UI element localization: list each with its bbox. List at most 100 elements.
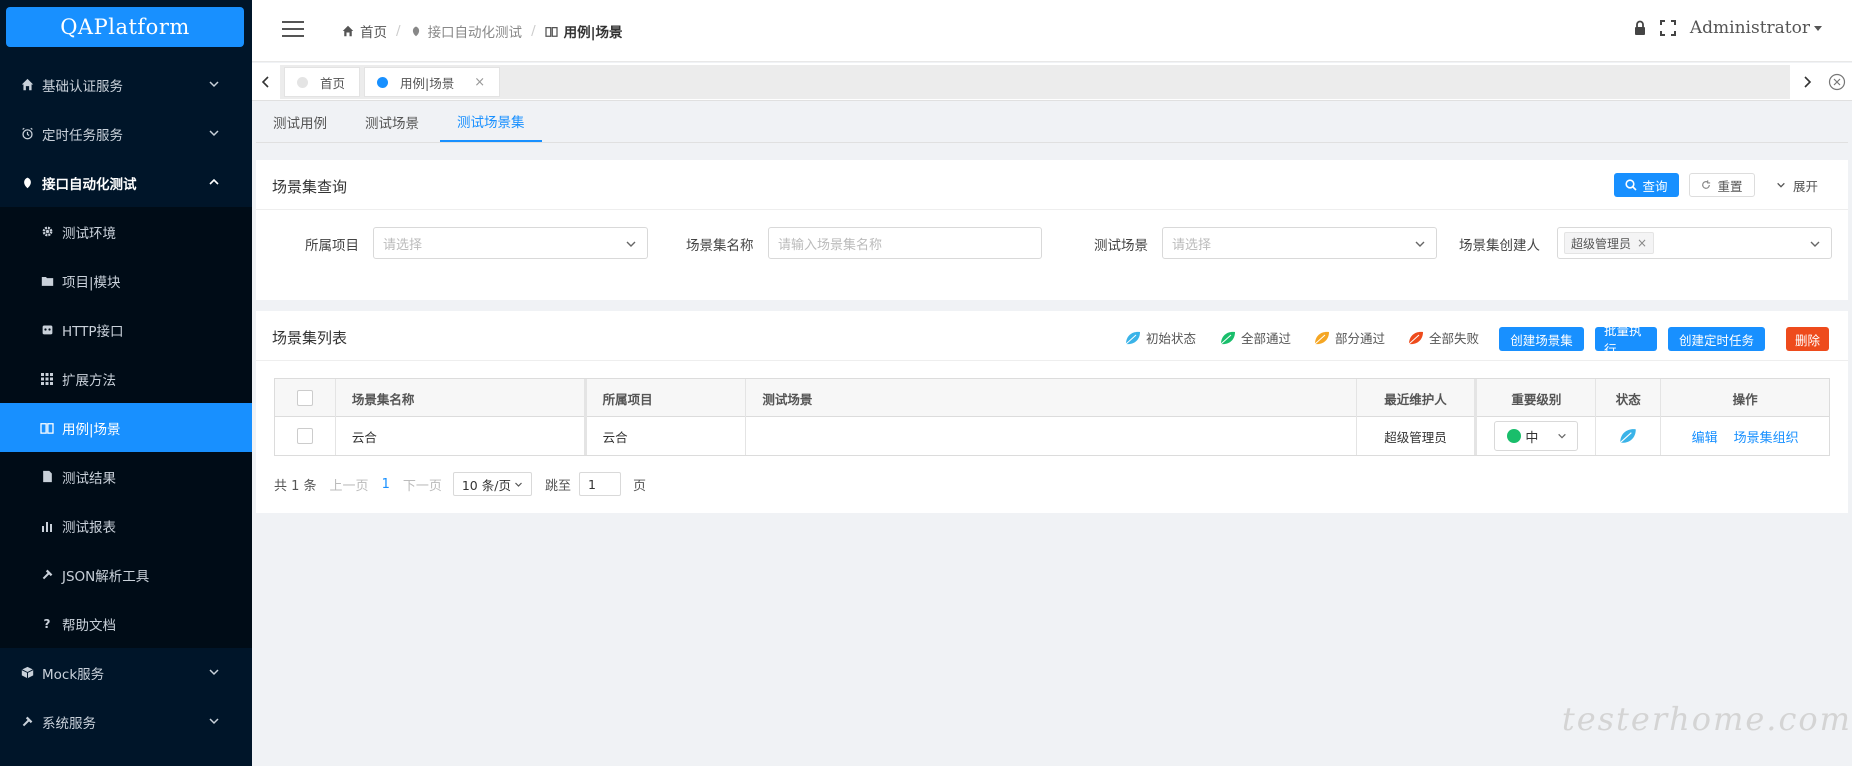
select-all-checkbox[interactable] [296, 390, 313, 406]
leaf-icon [1408, 331, 1423, 344]
column-header[interactable]: 测试场景 [746, 379, 1357, 417]
organize-scene-set-link[interactable]: 场景集组织 [1734, 427, 1799, 446]
tab-dot [297, 76, 308, 88]
query-panel: 场景集查询 查询 重置 展开 所属项目 请选择 场景集名称 请输入场景集名称 测… [256, 160, 1848, 300]
close-all-tabs-icon[interactable] [1828, 73, 1846, 91]
breadcrumb-api-automation[interactable]: 接口自动化测试 [410, 21, 522, 41]
breadcrumb-separator: / [396, 23, 401, 39]
refresh-icon [1702, 180, 1711, 189]
sidebar-item-json-tool[interactable]: JSON解析工具 [0, 550, 252, 599]
fullscreen-icon[interactable] [1659, 20, 1676, 36]
sidebar-item-auth-service[interactable]: 基础认证服务 [0, 60, 252, 109]
tab-home[interactable]: 首页 [284, 67, 361, 97]
page-size-select[interactable]: 10 条/页 [452, 472, 532, 496]
sidebar-item-project-module[interactable]: 项目|模块 [0, 256, 252, 305]
tabs-scroll-left-icon[interactable] [257, 73, 275, 91]
chevron-down-icon [1415, 241, 1425, 247]
row-checkbox[interactable] [296, 428, 313, 444]
edit-link[interactable]: 编辑 [1692, 427, 1718, 446]
tab-case-scene[interactable]: 用例|场景 × [364, 67, 501, 97]
sidebar-item-case-scene[interactable]: 用例|场景 [0, 403, 252, 452]
column-header[interactable]: 所属项目 [587, 379, 747, 417]
reset-button[interactable]: 重置 [1689, 173, 1755, 197]
column-header[interactable]: 重要级别 [1477, 379, 1597, 417]
batch-run-button[interactable]: 批量执行 [1595, 323, 1657, 357]
user-menu[interactable]: Administrator [1690, 18, 1810, 38]
sidebar-item-http-api[interactable]: HTTP接口 [0, 305, 252, 354]
sidebar-submenu: 测试环境 项目|模块 HTTP接口 扩展方法 用例|场景 测试结果 测试报表 J… [0, 207, 252, 648]
tab-test-scene[interactable]: 测试场景 [348, 102, 436, 142]
cube-icon [20, 666, 34, 680]
robot-icon [40, 323, 54, 337]
pager-page[interactable]: 1 [382, 477, 390, 492]
creator-tag: 超级管理员 × [1564, 232, 1655, 254]
page-unit-label: 页 [632, 478, 646, 494]
document-icon [40, 470, 54, 484]
leaf-icon [412, 26, 419, 37]
breadcrumb-home[interactable]: 首页 [342, 21, 387, 41]
sidebar-item-test-result[interactable]: 测试结果 [0, 452, 252, 501]
sidebar-item-mock-service[interactable]: Mock服务 [0, 648, 252, 697]
creator-label: 场景集创建人 [1459, 238, 1540, 254]
book-icon [40, 421, 54, 435]
search-icon [1625, 179, 1638, 191]
sidebar-item-help-doc[interactable]: ? 帮助文档 [0, 599, 252, 648]
create-scene-set-button[interactable]: 创建场景集 [1499, 327, 1584, 351]
question-icon: ? [43, 616, 51, 631]
sidebar-item-api-automation[interactable]: 接口自动化测试 [0, 158, 252, 207]
query-panel-title: 场景集查询 [272, 178, 348, 196]
tag-close-icon[interactable]: × [1637, 236, 1647, 250]
hammer-icon [40, 568, 54, 582]
sidebar-item-label: 定时任务服务 [42, 127, 123, 144]
pager-prev[interactable]: 上一页 [330, 475, 369, 494]
column-header[interactable]: 最近维护人 [1357, 379, 1478, 417]
book-icon [544, 26, 558, 37]
sidebar-item-label: 系统服务 [42, 715, 96, 732]
column-header: 操作 [1732, 391, 1758, 407]
cell-level: 中 [1477, 417, 1597, 455]
lock-icon[interactable] [1632, 20, 1648, 36]
sidebar-item-system-service[interactable]: 系统服务 [0, 697, 252, 746]
caret-down-icon[interactable] [1814, 25, 1822, 31]
breadcrumb: 首页 / 接口自动化测试 / 用例|场景 [342, 21, 623, 41]
column-header[interactable]: 状态 [1596, 379, 1662, 417]
breadcrumb-separator: / [531, 23, 536, 39]
home-icon [342, 25, 354, 37]
app-logo[interactable]: QAPlatform [6, 7, 244, 47]
project-select[interactable]: 请选择 [373, 227, 648, 259]
expand-button[interactable]: 展开 [1766, 173, 1828, 197]
scene-set-table: 场景集名称 所属项目 测试场景 最近维护人 重要级别 状态 操作 云合 云合 超… [274, 378, 1830, 456]
leaf-icon [20, 176, 34, 190]
tabs-scroll-area: 首页 用例|场景 × [280, 65, 1790, 99]
legend-all-passed: 全部通过 [1219, 328, 1291, 347]
column-header[interactable]: 场景集名称 [336, 379, 587, 417]
page-tabbar: 首页 用例|场景 × [252, 63, 1852, 101]
delete-button[interactable]: 删除 [1786, 327, 1829, 351]
sidebar-item-timer-service[interactable]: 定时任务服务 [0, 109, 252, 158]
sidebar-item-label: 扩展方法 [62, 372, 116, 389]
scene-set-name-input[interactable]: 请输入场景集名称 [768, 227, 1042, 259]
hamburger-menu-icon[interactable] [282, 20, 304, 38]
table-header-row: 场景集名称 所属项目 测试场景 最近维护人 重要级别 状态 操作 [275, 379, 1829, 417]
cell-project: 云合 [587, 417, 747, 455]
creator-select[interactable]: 超级管理员 × [1557, 227, 1832, 259]
bar-chart-icon [40, 519, 54, 533]
sidebar-item-test-report[interactable]: 测试报表 [0, 501, 252, 550]
create-timer-task-button[interactable]: 创建定时任务 [1668, 327, 1765, 351]
tab-test-case[interactable]: 测试用例 [256, 102, 344, 142]
close-icon[interactable]: × [474, 75, 485, 90]
sidebar-item-test-env[interactable]: 测试环境 [0, 207, 252, 256]
tab-test-scene-set[interactable]: 测试场景集 [440, 102, 542, 142]
search-button[interactable]: 查询 [1614, 173, 1679, 197]
sidebar-item-extend-method[interactable]: 扩展方法 [0, 354, 252, 403]
goto-page-input[interactable]: 1 [578, 472, 621, 496]
level-select[interactable]: 中 [1494, 421, 1579, 451]
test-scene-select[interactable]: 请选择 [1162, 227, 1437, 259]
breadcrumb-current: 用例|场景 [544, 21, 623, 41]
sidebar-menu: 基础认证服务 定时任务服务 接口自动化测试 测试环境 项目|模块 HTTP接口 … [0, 60, 252, 746]
sidebar-item-label: 帮助文档 [62, 617, 116, 634]
alarm-clock-icon [20, 127, 34, 141]
tabs-scroll-right-icon[interactable] [1798, 73, 1816, 91]
chevron-up-icon [209, 178, 219, 185]
pager-next[interactable]: 下一页 [403, 475, 442, 494]
